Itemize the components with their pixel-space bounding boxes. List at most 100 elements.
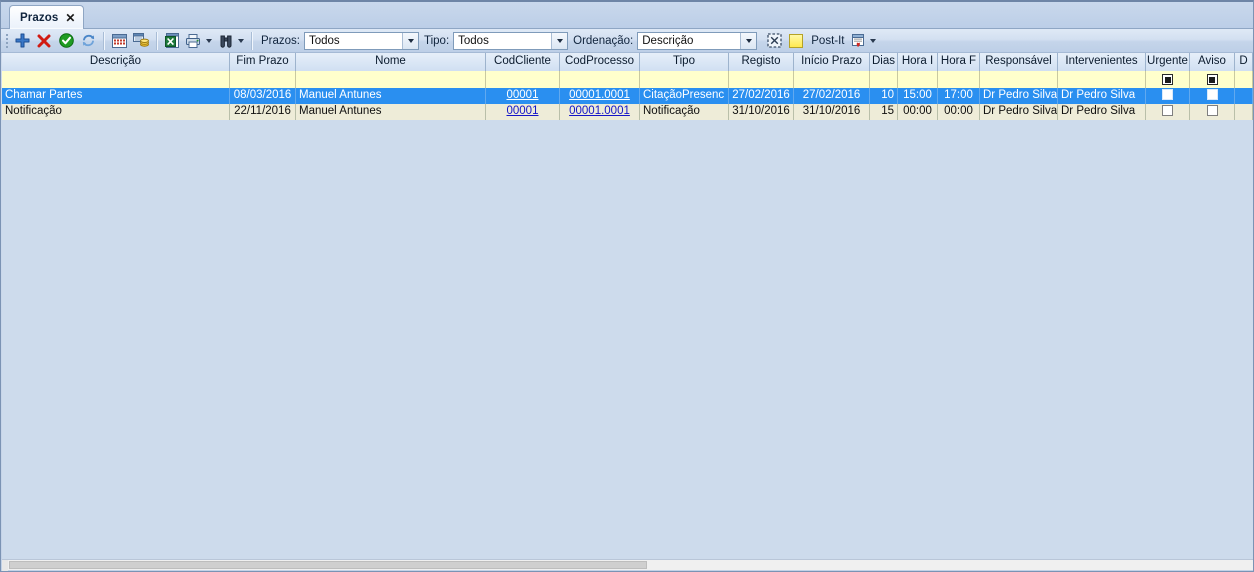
link-cod_cliente[interactable]: 00001 xyxy=(507,105,539,117)
column-header-aviso[interactable]: Aviso xyxy=(1190,53,1235,71)
column-header-urgente[interactable]: Urgente xyxy=(1146,53,1190,71)
agenda-calendar-icon xyxy=(851,34,864,47)
filter-cell-cod_cliente[interactable] xyxy=(486,71,560,88)
checkbox-aviso[interactable] xyxy=(1206,105,1218,117)
filter-ordenacao-select[interactable]: Descrição xyxy=(637,31,758,50)
link-cod_processo[interactable]: 00001.0001 xyxy=(569,89,630,101)
calendar-button[interactable] xyxy=(108,30,130,51)
close-icon[interactable]: ✕ xyxy=(65,12,75,24)
filter-tristate-urgente[interactable] xyxy=(1162,74,1173,85)
excel-export-button[interactable] xyxy=(161,30,183,51)
cell-descricao: Notificação xyxy=(2,104,230,120)
filter-cell-descricao[interactable] xyxy=(2,71,230,88)
delete-button[interactable] xyxy=(33,30,55,51)
chevron-down-icon[interactable] xyxy=(740,32,757,49)
cell-cod_cliente: 00001 xyxy=(486,104,560,120)
cell-fim_prazo: 08/03/2016 xyxy=(230,88,296,104)
horizontal-scrollbar[interactable] xyxy=(2,559,1253,571)
column-header-intervenientes[interactable]: Intervenientes xyxy=(1058,53,1146,71)
filter-prazos-label: Prazos: xyxy=(261,34,300,47)
filter-cell-fim_prazo[interactable] xyxy=(230,71,296,88)
filter-cell-cod_processo[interactable] xyxy=(560,71,640,88)
filter-cell-responsavel[interactable] xyxy=(980,71,1058,88)
binoculars-icon xyxy=(220,35,232,48)
find-button[interactable] xyxy=(215,30,237,51)
filter-cell-hora_i[interactable] xyxy=(898,71,938,88)
column-header-nome[interactable]: Nome xyxy=(296,53,486,71)
confirm-button[interactable] xyxy=(55,30,77,51)
print-button[interactable] xyxy=(183,30,205,51)
postit-color-button[interactable] xyxy=(785,30,807,51)
filter-cell-dias[interactable] xyxy=(870,71,898,88)
billing-button[interactable] xyxy=(130,30,152,51)
prazos-grid: Descrição Fim Prazo Nome CodCliente CodProce… xyxy=(2,53,1253,562)
checkbox-urgente[interactable] xyxy=(1162,89,1173,101)
filter-cell-urgente[interactable] xyxy=(1146,71,1190,88)
grid-filter-row[interactable] xyxy=(2,71,1253,88)
filter-cell-aviso[interactable] xyxy=(1190,71,1235,88)
filter-cell-tipo[interactable] xyxy=(640,71,729,88)
column-header-tipo[interactable]: Tipo xyxy=(640,53,729,71)
cell-cod_cliente: 00001 xyxy=(486,88,560,104)
cell-hora_f: 17:00 xyxy=(938,88,980,104)
checkbox-urgente[interactable] xyxy=(1162,105,1173,117)
column-header-responsavel[interactable]: Responsável xyxy=(980,53,1058,71)
column-header-hora_i[interactable]: Hora I xyxy=(898,53,938,71)
cell-inicio_prazo: 31/10/2016 xyxy=(794,104,870,120)
horizontal-scrollbar-thumb[interactable] xyxy=(9,561,647,569)
postit-label: Post-It xyxy=(811,34,845,47)
agenda-button[interactable] xyxy=(847,30,869,51)
column-header-cod_processo[interactable]: CodProcesso xyxy=(560,53,640,71)
table-row[interactable]: Chamar Partes 08/03/2016 Manuel Antunes 000… xyxy=(2,88,1253,104)
checkbox-aviso[interactable] xyxy=(1206,89,1218,101)
cell-intervenientes: Dr Pedro Silva xyxy=(1058,88,1146,104)
refresh-button[interactable] xyxy=(77,30,99,51)
find-dropdown-caret-icon[interactable] xyxy=(238,38,244,43)
select-all-button[interactable] xyxy=(763,30,785,51)
refresh-icon xyxy=(82,34,94,47)
link-cod_processo[interactable]: 00001.0001 xyxy=(569,105,630,117)
toolbar: Prazos: Todos Tipo: Todos Ordenação: Des… xyxy=(1,29,1253,53)
filter-prazos-select[interactable]: Todos xyxy=(304,31,419,50)
filter-cell-hora_f[interactable] xyxy=(938,71,980,88)
add-button[interactable] xyxy=(11,30,33,51)
tab-strip: Prazos ✕ xyxy=(1,2,1253,29)
cell-hora_f: 00:00 xyxy=(938,104,980,120)
table-row[interactable]: Notificação 22/11/2016 Manuel Antunes 00001… xyxy=(2,104,1253,120)
filter-tipo-select[interactable]: Todos xyxy=(453,31,569,50)
filter-ordenacao-value: Descrição xyxy=(642,34,694,47)
toolbar-grip[interactable] xyxy=(3,31,11,51)
prazos-window: Prazos ✕ Prazos: Todos Tipo: Todos Orden… xyxy=(0,0,1254,572)
cell-nome: Manuel Antunes xyxy=(296,88,486,104)
toolbar-separator-2 xyxy=(156,31,157,50)
cell-nome: Manuel Antunes xyxy=(296,104,486,120)
column-header-descricao[interactable]: Descrição xyxy=(2,53,230,71)
delete-x-icon xyxy=(37,34,51,47)
filter-tristate-aviso[interactable] xyxy=(1206,74,1218,85)
filter-cell-registo[interactable] xyxy=(729,71,794,88)
cell-fim_prazo: 22/11/2016 xyxy=(230,104,296,120)
filter-tipo-value: Todos xyxy=(458,34,489,47)
filter-cell-intervenientes[interactable] xyxy=(1058,71,1146,88)
column-header-fim_prazo[interactable]: Fim Prazo xyxy=(230,53,296,71)
chevron-down-icon[interactable] xyxy=(551,32,568,49)
column-header-hora_f[interactable]: Hora F xyxy=(938,53,980,71)
column-header-inicio_prazo[interactable]: Início Prazo xyxy=(794,53,870,71)
cell-d_truncated xyxy=(1235,88,1253,104)
link-cod_cliente[interactable]: 00001 xyxy=(507,89,539,101)
chevron-down-icon[interactable] xyxy=(402,32,418,49)
toolbar-separator xyxy=(103,31,104,50)
cell-descricao: Chamar Partes xyxy=(2,88,230,104)
filter-cell-inicio_prazo[interactable] xyxy=(794,71,870,88)
column-header-d_truncated[interactable]: D xyxy=(1235,53,1253,71)
column-header-dias[interactable]: Dias xyxy=(870,53,898,71)
column-header-cod_cliente[interactable]: CodCliente xyxy=(486,53,560,71)
agenda-dropdown-caret-icon[interactable] xyxy=(870,38,877,43)
tab-prazos[interactable]: Prazos ✕ xyxy=(9,5,85,29)
cell-aviso xyxy=(1190,104,1235,120)
marquee-select-icon xyxy=(767,33,782,48)
filter-cell-d_truncated[interactable] xyxy=(1235,71,1253,88)
filter-cell-nome[interactable] xyxy=(296,71,486,88)
print-dropdown-caret-icon[interactable] xyxy=(206,38,212,43)
column-header-registo[interactable]: Registo xyxy=(729,53,794,71)
